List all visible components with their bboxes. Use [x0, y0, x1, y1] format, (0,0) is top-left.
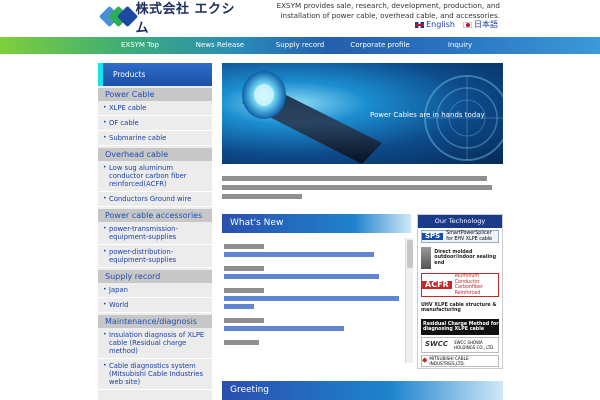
- logo-text: 株式会社 エクシム: [135, 2, 235, 36]
- main-nav: EXSYM Top News Release Supply record Cor…: [0, 37, 600, 54]
- tech-banner-mitsubishi[interactable]: ◆ MITSUBISHI CABLE INDUSTRIES,LTD.: [421, 355, 499, 367]
- news-scrollbar[interactable]: [405, 238, 413, 363]
- sidebar-item-of-cable[interactable]: OF cable: [98, 116, 212, 131]
- news-date: [224, 266, 411, 271]
- our-technology-panel: Our Technology SPS SmartPowerSplicer for…: [417, 214, 503, 369]
- nav-corporate-profile[interactable]: Corporate profile: [340, 37, 420, 54]
- header: 株式会社 エクシム EXSYM provides sale, research,…: [0, 0, 600, 37]
- tech-banner-residual-charge[interactable]: Residual Charge Method for diagnosing XL…: [421, 319, 499, 335]
- mitsubishi-logo-icon: ◆: [422, 356, 428, 365]
- news-date: [224, 318, 411, 323]
- sidebar-item-submarine-cable[interactable]: Submarine cable: [98, 131, 212, 146]
- news-date: [224, 244, 411, 249]
- whats-new-panel: What's New: [222, 214, 411, 369]
- whats-new-title: What's New: [222, 214, 411, 233]
- logo[interactable]: 株式会社 エクシム: [98, 2, 240, 36]
- tech-banner-acfr[interactable]: ACFR Aluminum Conductor Carbonfiber Rein…: [421, 273, 499, 297]
- nav-exsym-top[interactable]: EXSYM Top: [100, 37, 180, 54]
- news-date: [224, 288, 411, 293]
- uk-flag-icon: [415, 21, 425, 28]
- tagline: EXSYM provides sale, research, developme…: [276, 1, 500, 20]
- sidebar-item-world[interactable]: World: [98, 298, 212, 313]
- tech-banner-sps[interactable]: SPS SmartPowerSplicer for EHV XLPE cable: [421, 230, 499, 243]
- sealing-end-icon: [421, 247, 432, 269]
- news-link[interactable]: [224, 304, 411, 309]
- sidebar-section-power-cable[interactable]: Power Cable: [98, 88, 212, 101]
- lang-english-link[interactable]: English: [426, 20, 455, 29]
- sidebar-item-transmission-supplies[interactable]: power-transmission-equipment-supplies: [98, 222, 212, 245]
- sidebar-item-conductors[interactable]: Conductors Ground wire: [98, 192, 212, 207]
- nav-inquiry[interactable]: Inquiry: [420, 37, 500, 54]
- news-link[interactable]: [224, 326, 411, 331]
- our-technology-title: Our Technology: [418, 215, 502, 228]
- tech-banner-uhv-xlpe[interactable]: UHV XLPE cable structure & manufacturing: [421, 299, 499, 317]
- language-switcher: English 日本語: [415, 19, 498, 30]
- sidebar-section-maintenance[interactable]: Maintenance/diagnosis: [98, 315, 212, 328]
- nav-supply-record[interactable]: Supply record: [260, 37, 340, 54]
- news-scrollbar-thumb[interactable]: [407, 240, 413, 268]
- sidebar-section-overhead-cable[interactable]: Overhead cable: [98, 148, 212, 161]
- logo-mark-icon: [98, 5, 139, 28]
- sidebar-item-insulation-diagnosis[interactable]: Insulation diagnosis of XLPE cable (Resi…: [98, 328, 212, 359]
- sidebar-item-xlpe-cable[interactable]: XLPE cable: [98, 101, 212, 116]
- sidebar-section-accessories[interactable]: Power cable accessories: [98, 209, 212, 222]
- hero-banner: Power Cables are in hands today: [222, 63, 503, 164]
- hero-caption: Power Cables are in hands today: [370, 111, 485, 119]
- japan-flag-icon: [463, 21, 472, 28]
- sidebar-section-supply-record[interactable]: Supply record: [98, 270, 212, 283]
- lang-japanese-link[interactable]: 日本語: [474, 20, 498, 29]
- sidebar-item-japan[interactable]: Japan: [98, 283, 212, 298]
- news-link[interactable]: [224, 274, 411, 279]
- news-list: [222, 233, 411, 345]
- tech-banner-swcc[interactable]: SWCC SWCC SHOWA HOLDINGS CO., LTD.: [421, 337, 499, 353]
- news-link[interactable]: [224, 296, 411, 301]
- sidebar-title: Products: [98, 63, 212, 86]
- tech-banner-sealing-end[interactable]: Direct molded outdoor/indoor sealing end: [421, 245, 499, 271]
- sidebar-item-cable-diagnostics[interactable]: Cable diagnostics system (Mitsubishi Cab…: [98, 359, 212, 390]
- sidebar: Products Power Cable XLPE cable OF cable…: [98, 63, 212, 400]
- sidebar-item-distribution-supplies[interactable]: power-distribution-equipment-supplies: [98, 245, 212, 268]
- news-date: [224, 340, 411, 345]
- nav-news-release[interactable]: News Release: [180, 37, 260, 54]
- greeting-title: Greeting: [222, 381, 503, 400]
- intro-paragraph: [222, 176, 503, 199]
- news-link[interactable]: [224, 252, 411, 257]
- sidebar-item-acfr[interactable]: Low sug aluminum conductor carbon fiber …: [98, 161, 212, 192]
